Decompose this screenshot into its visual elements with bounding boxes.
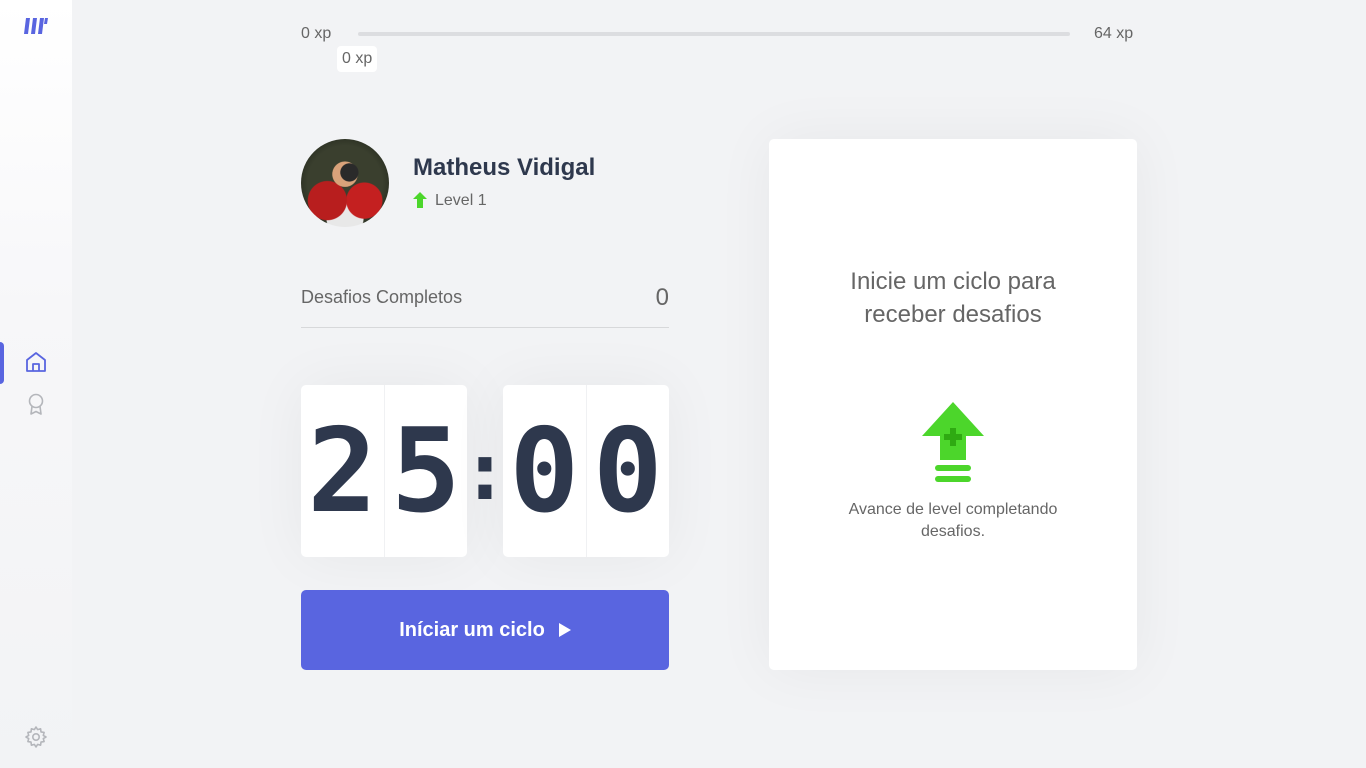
- award-icon[interactable]: [24, 392, 48, 416]
- completed-challenges-count: 0: [655, 284, 669, 311]
- profile-name: Matheus Vidigal: [413, 154, 596, 181]
- sidebar: [0, 0, 72, 768]
- avatar: [301, 139, 389, 227]
- play-icon: [558, 623, 571, 637]
- xp-min-label: 0 xp: [301, 25, 332, 42]
- countdown-second-ones: 0: [585, 385, 670, 557]
- home-icon[interactable]: [24, 350, 48, 374]
- countdown-seconds: 0 0: [503, 385, 669, 557]
- challenge-title: Inicie um ciclo para receber desafios: [850, 268, 1056, 328]
- countdown-second-tens: 0: [509, 403, 580, 539]
- level-up-arrow-icon: [922, 402, 984, 482]
- profile-level: Level 1: [435, 192, 487, 209]
- start-cycle-button[interactable]: Iníciar um ciclo: [301, 590, 669, 670]
- challenge-description: Avance de level completando desafios.: [848, 501, 1058, 540]
- countdown-minute-ones: 5: [383, 385, 468, 557]
- level-up-icon: [413, 192, 427, 208]
- nav-active-indicator: [0, 342, 4, 384]
- xp-current-label: 0 xp: [337, 46, 378, 72]
- start-cycle-label: Iníciar um ciclo: [399, 618, 545, 641]
- countdown: 2 5 : 0 0: [301, 385, 669, 557]
- challenge-box: Inicie um ciclo para receber desafios Av…: [769, 139, 1137, 670]
- xp-max-label: 64 xp: [1094, 25, 1134, 42]
- xp-progress-track: [358, 32, 1070, 36]
- completed-challenges-label: Desafios Completos: [301, 287, 463, 307]
- countdown-separator: :: [460, 424, 510, 518]
- gear-icon[interactable]: [24, 725, 48, 749]
- completed-challenges: Desafios Completos 0: [301, 284, 669, 328]
- countdown-minute-tens: 2: [307, 403, 378, 539]
- logo-icon: [24, 18, 48, 34]
- countdown-minutes: 2 5: [301, 385, 467, 557]
